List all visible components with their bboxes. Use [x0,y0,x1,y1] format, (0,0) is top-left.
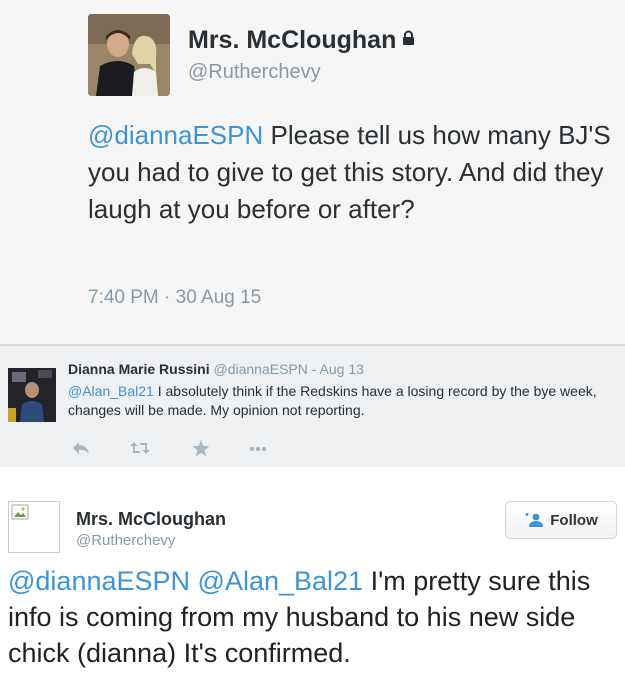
username[interactable]: @Rutherchevy [188,61,321,84]
lock-icon [402,24,415,53]
favorite-icon[interactable] [192,440,210,457]
display-name[interactable]: Dianna Marie Russini [68,361,210,377]
retweet-icon[interactable] [130,440,150,456]
username[interactable]: @diannaESPN [213,361,307,377]
timestamp[interactable]: 7:40 PM · 30 Aug 15 [88,287,261,309]
tweet-text: @diannaESPN Please tell us how many BJ'S… [88,117,613,228]
tweet-card-3: Mrs. McCloughan @Rutherchevy Follow @dia… [0,467,625,680]
mention-link[interactable]: @Alan_Bal21 [68,383,154,399]
tweet-card-1: Mrs. McCloughan @Rutherchevy @diannaESPN… [0,0,625,344]
mention-link[interactable]: @Alan_Bal21 [198,566,364,596]
tweet-text: @Alan_Bal21 I absolutely think if the Re… [68,382,616,420]
mention-link[interactable]: @diannaESPN [88,120,263,150]
follow-button[interactable]: Follow [505,501,617,539]
more-icon[interactable] [248,440,267,456]
display-name[interactable]: Mrs. McCloughan [76,509,226,530]
tweet-text: @diannaESPN @Alan_Bal21 I'm pretty sure … [8,563,620,671]
tweet-header: Dianna Marie Russini @diannaESPN - Aug 1… [68,361,364,377]
mention-link[interactable]: @diannaESPN [8,566,190,596]
avatar[interactable] [8,501,60,553]
timestamp[interactable]: - Aug 13 [312,361,364,377]
reply-icon[interactable] [72,440,90,456]
follow-label: Follow [550,511,598,529]
username[interactable]: @Rutherchevy [76,532,175,549]
display-name[interactable]: Mrs. McCloughan [188,24,415,55]
avatar[interactable] [88,14,170,96]
follow-user-icon [524,513,544,527]
tweet-card-2: Dianna Marie Russini @diannaESPN - Aug 1… [0,344,625,469]
avatar[interactable] [8,368,56,422]
